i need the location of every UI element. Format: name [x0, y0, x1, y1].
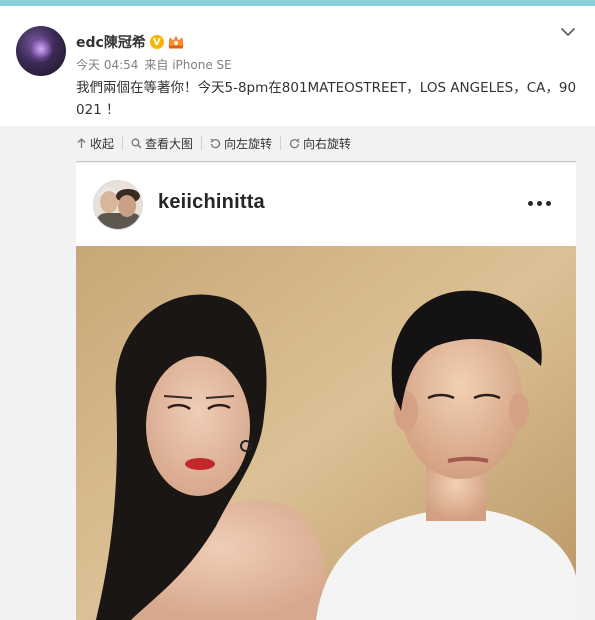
- crown-icon[interactable]: [168, 35, 184, 49]
- instagram-avatar: [93, 180, 143, 230]
- rotate-right-button[interactable]: 向右旋转: [281, 136, 359, 151]
- view-large-button[interactable]: 查看大图: [123, 136, 203, 151]
- chevron-down-icon[interactable]: [560, 24, 576, 38]
- view-large-label: 查看大图: [145, 136, 194, 151]
- instagram-header: keiichinitta: [76, 163, 576, 246]
- post-text: 我們兩個在等著你！今天5-8pm在801MATEOSTREET，LOS ANGE…: [76, 80, 577, 118]
- instagram-embed-image[interactable]: keiichinitta: [76, 163, 576, 620]
- post-time[interactable]: 今天 04:54: [76, 56, 138, 73]
- rotate-right-label: 向右旋转: [303, 136, 352, 151]
- user-avatar[interactable]: [16, 26, 66, 76]
- post-source[interactable]: 来自 iPhone SE: [144, 56, 231, 73]
- more-dots-icon: [528, 201, 554, 209]
- rotate-left-icon: [210, 138, 221, 148]
- username-link[interactable]: edc陳冠希: [76, 32, 146, 52]
- post-meta: 今天 04:54 来自 iPhone SE: [76, 56, 232, 73]
- rotate-left-button[interactable]: 向左旋转: [202, 136, 282, 151]
- rotate-right-icon: [289, 138, 300, 148]
- username-row: edc陳冠希 V: [76, 32, 184, 52]
- collapse-label: 收起: [90, 136, 115, 151]
- magnifier-icon: [131, 138, 142, 148]
- collapse-button[interactable]: 收起: [76, 136, 124, 151]
- verified-badge-icon[interactable]: V: [149, 35, 164, 49]
- instagram-username: keiichinitta: [158, 191, 265, 213]
- top-accent-bar: [0, 0, 595, 6]
- media-toolbar: 收起 查看大图 向左旋转 向右旋转: [76, 134, 359, 152]
- rotate-left-label: 向左旋转: [224, 136, 273, 151]
- divider: [76, 161, 576, 162]
- post-photo: [76, 246, 576, 620]
- arrow-up-icon: [77, 137, 86, 148]
